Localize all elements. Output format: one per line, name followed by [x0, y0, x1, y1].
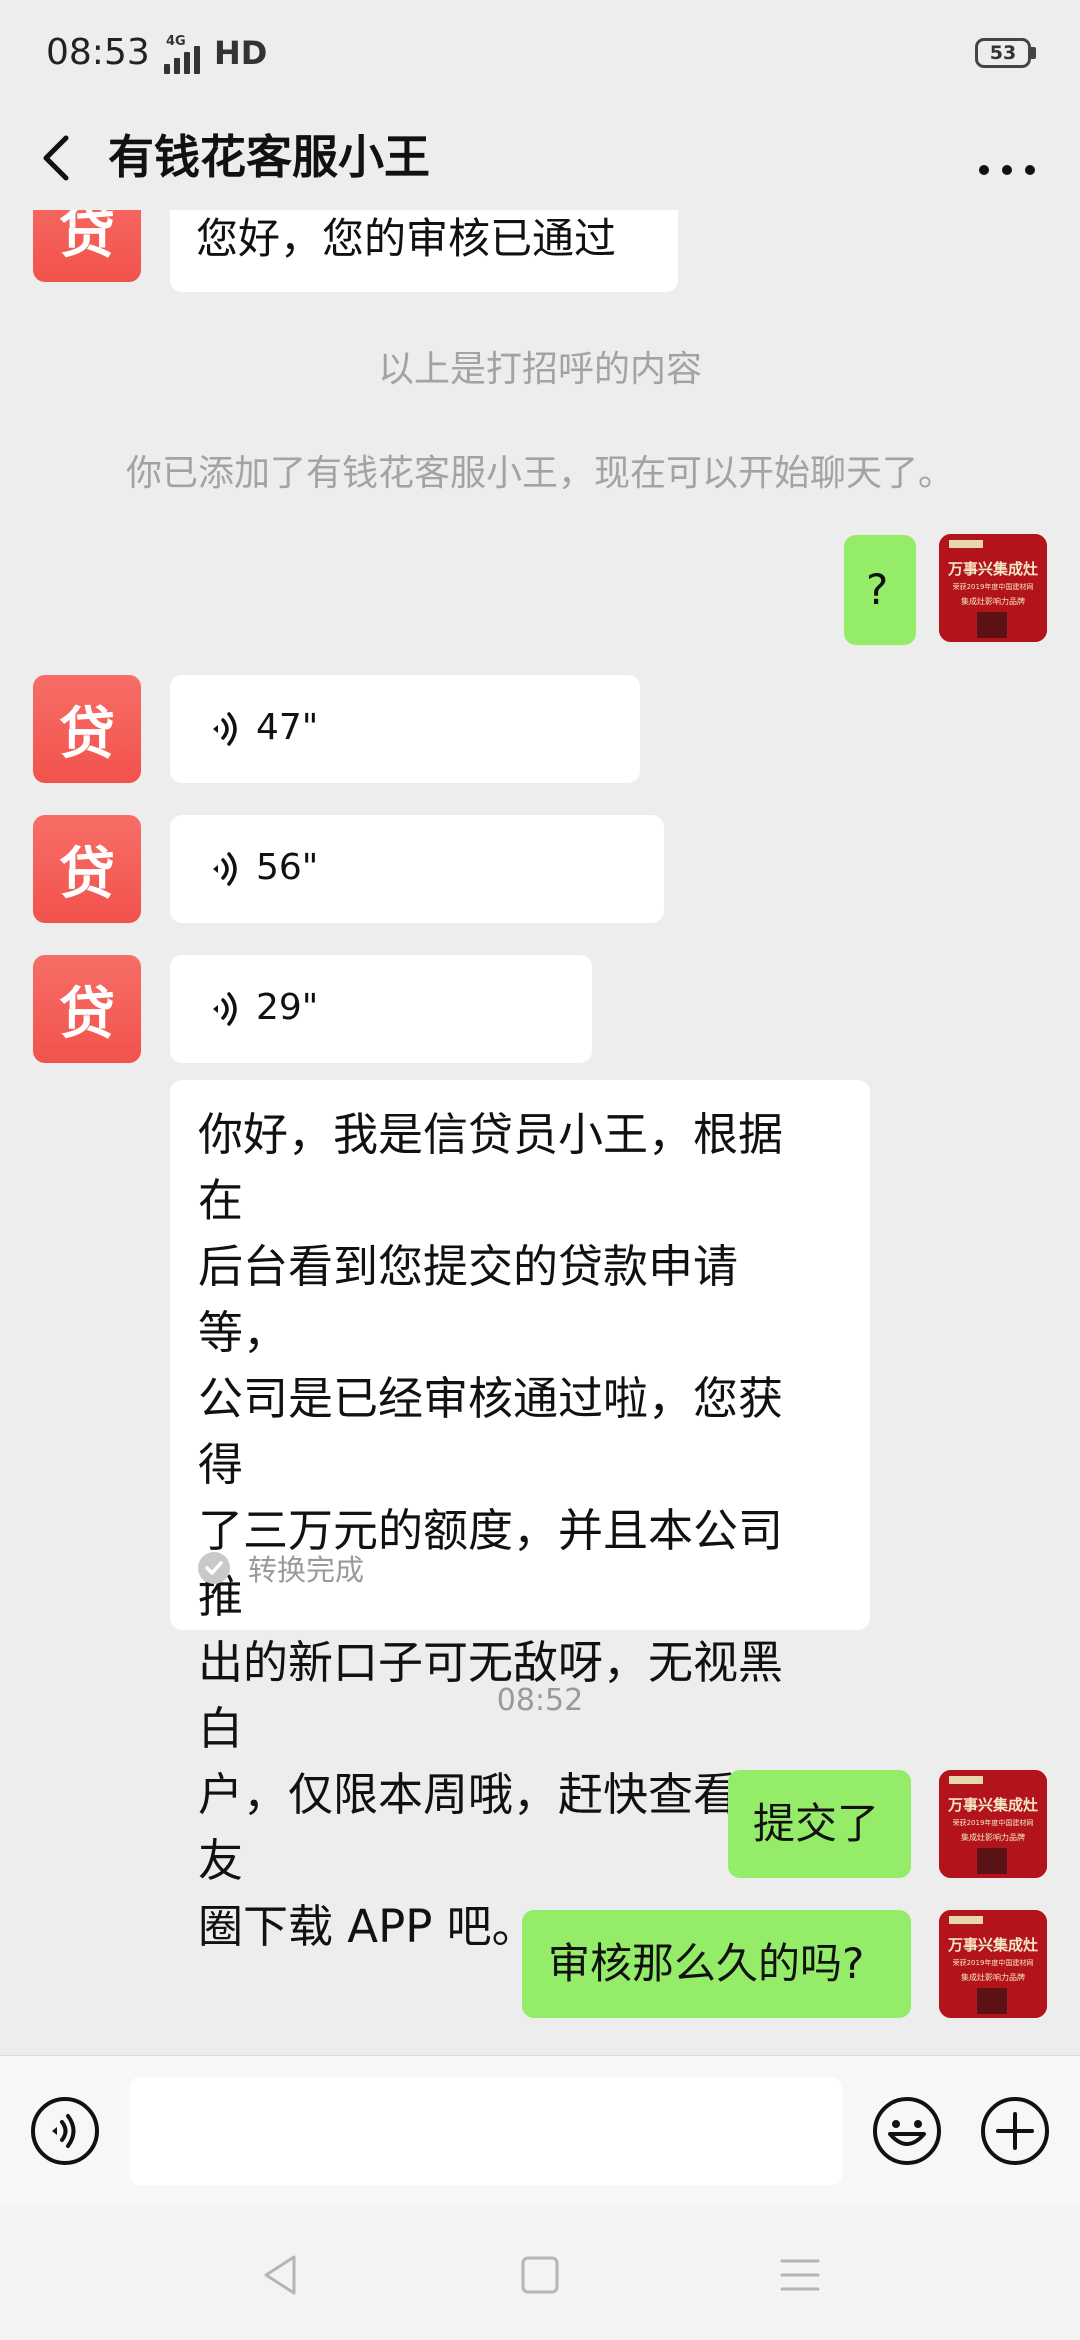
avatar-headline: 万事兴集成灶: [947, 1796, 1038, 1814]
contact-avatar[interactable]: 贷: [33, 675, 141, 783]
signal-bar: [184, 52, 190, 74]
message-list[interactable]: 贷 您好，您的审核已通过 以上是打招呼的内容 你已添加了有钱花客服小王，现在可以…: [0, 210, 1080, 2055]
transcript-text: 你好，我是信贷员小王，根据在 后台看到您提交的贷款申请等， 公司是已经审核通过啦…: [198, 1108, 784, 1953]
contact-avatar[interactable]: 贷: [33, 210, 141, 282]
network-type: 4G: [166, 34, 186, 49]
battery-cap: [1031, 47, 1036, 59]
message-bubble[interactable]: 您好，您的审核已通过: [170, 210, 678, 292]
check-icon: [198, 1552, 230, 1584]
signal-bar: [174, 58, 180, 74]
avatar-char: 贷: [59, 210, 115, 266]
nav-home-icon[interactable]: [510, 2245, 570, 2305]
contact-avatar[interactable]: 贷: [33, 955, 141, 1063]
avatar-subline: 荣获2019年度中国建材网: [953, 1958, 1034, 1967]
chevron-left-icon[interactable]: [28, 128, 88, 188]
plus-icon[interactable]: [980, 2096, 1050, 2166]
system-note: 你已添加了有钱花客服小王，现在可以开始聊天了。: [125, 453, 954, 494]
message-text: 审核那么久的吗?: [548, 1939, 865, 1988]
avatar-headline: 万事兴集成灶: [947, 560, 1038, 578]
voice-wave-icon: [213, 992, 237, 1026]
status-time: 08:53: [46, 32, 150, 73]
transcript-status: 转换完成: [198, 1548, 364, 1588]
hd-indicator: HD: [214, 34, 268, 72]
chat-title: 有钱花客服小王: [108, 130, 430, 184]
smiley-icon[interactable]: [872, 2096, 942, 2166]
transcript-status-label: 转换完成: [248, 1553, 365, 1587]
message-bubble-outgoing[interactable]: ?: [844, 535, 916, 645]
my-avatar[interactable]: 万事兴集成灶 荣获2019年度中国建材网 集成灶影响力品牌: [939, 1770, 1047, 1878]
avatar-subline: 集成灶影响力品牌: [961, 1972, 1025, 1982]
contact-avatar[interactable]: 贷: [33, 815, 141, 923]
voice-icon[interactable]: [30, 2096, 100, 2166]
voice-message[interactable]: 29": [170, 955, 592, 1063]
chat-screen: 08:53 4G HD 53 有钱花客服小王 贷 您好，您的审核已通过 以上是打…: [0, 0, 1080, 2340]
my-avatar[interactable]: 万事兴集成灶 荣获2019年度中国建材网 集成灶影响力品牌: [939, 1910, 1047, 2018]
ellipsis-icon[interactable]: [972, 128, 1042, 188]
voice-message[interactable]: 56": [170, 815, 664, 923]
signal-bar: [164, 64, 170, 74]
avatar-subline: 集成灶影响力品牌: [961, 1832, 1025, 1842]
message-text: 您好，您的审核已通过: [196, 214, 617, 263]
voice-transcript[interactable]: 你好，我是信贷员小王，根据在 后台看到您提交的贷款申请等， 公司是已经审核通过啦…: [170, 1080, 870, 1953]
avatar-char: 贷: [59, 840, 115, 907]
avatar-headline: 万事兴集成灶: [947, 1936, 1038, 1954]
system-note: 以上是打招呼的内容: [377, 349, 702, 390]
signal-bar: [194, 46, 200, 74]
voice-duration: 56": [256, 847, 319, 888]
battery-icon: 53: [975, 38, 1031, 68]
message-timestamp: 08:52: [496, 1683, 584, 1718]
battery-level: 53: [989, 42, 1017, 64]
title-bar: 有钱花客服小王: [0, 110, 1080, 210]
avatar-subline: 集成灶影响力品牌: [961, 596, 1025, 606]
my-avatar[interactable]: 万事兴集成灶 荣获2019年度中国建材网 集成灶影响力品牌: [939, 534, 1047, 642]
message-text: 提交了: [753, 1799, 880, 1848]
avatar-char: 贷: [59, 700, 115, 767]
signal-icon: 4G: [150, 30, 200, 74]
voice-wave-icon: [213, 852, 237, 886]
message-input[interactable]: [130, 2077, 842, 2185]
avatar-char: 贷: [59, 980, 115, 1047]
nav-menu-icon[interactable]: [770, 2245, 830, 2305]
message-text: ?: [866, 565, 889, 614]
status-bar: 08:53 4G HD 53: [0, 0, 1080, 110]
avatar-subline: 荣获2019年度中国建材网: [953, 582, 1034, 591]
avatar-subline: 荣获2019年度中国建材网: [953, 1818, 1034, 1827]
voice-wave-icon: [213, 712, 237, 746]
voice-duration: 29": [256, 987, 319, 1028]
system-nav-bar: [0, 2205, 1080, 2340]
message-bubble-outgoing[interactable]: 审核那么久的吗?: [522, 1910, 911, 2018]
input-bar: [0, 2055, 1080, 2206]
voice-message[interactable]: 47": [170, 675, 640, 783]
message-bubble-outgoing[interactable]: 提交了: [728, 1770, 911, 1878]
nav-back-icon[interactable]: [250, 2245, 310, 2305]
voice-duration: 47": [256, 707, 319, 748]
